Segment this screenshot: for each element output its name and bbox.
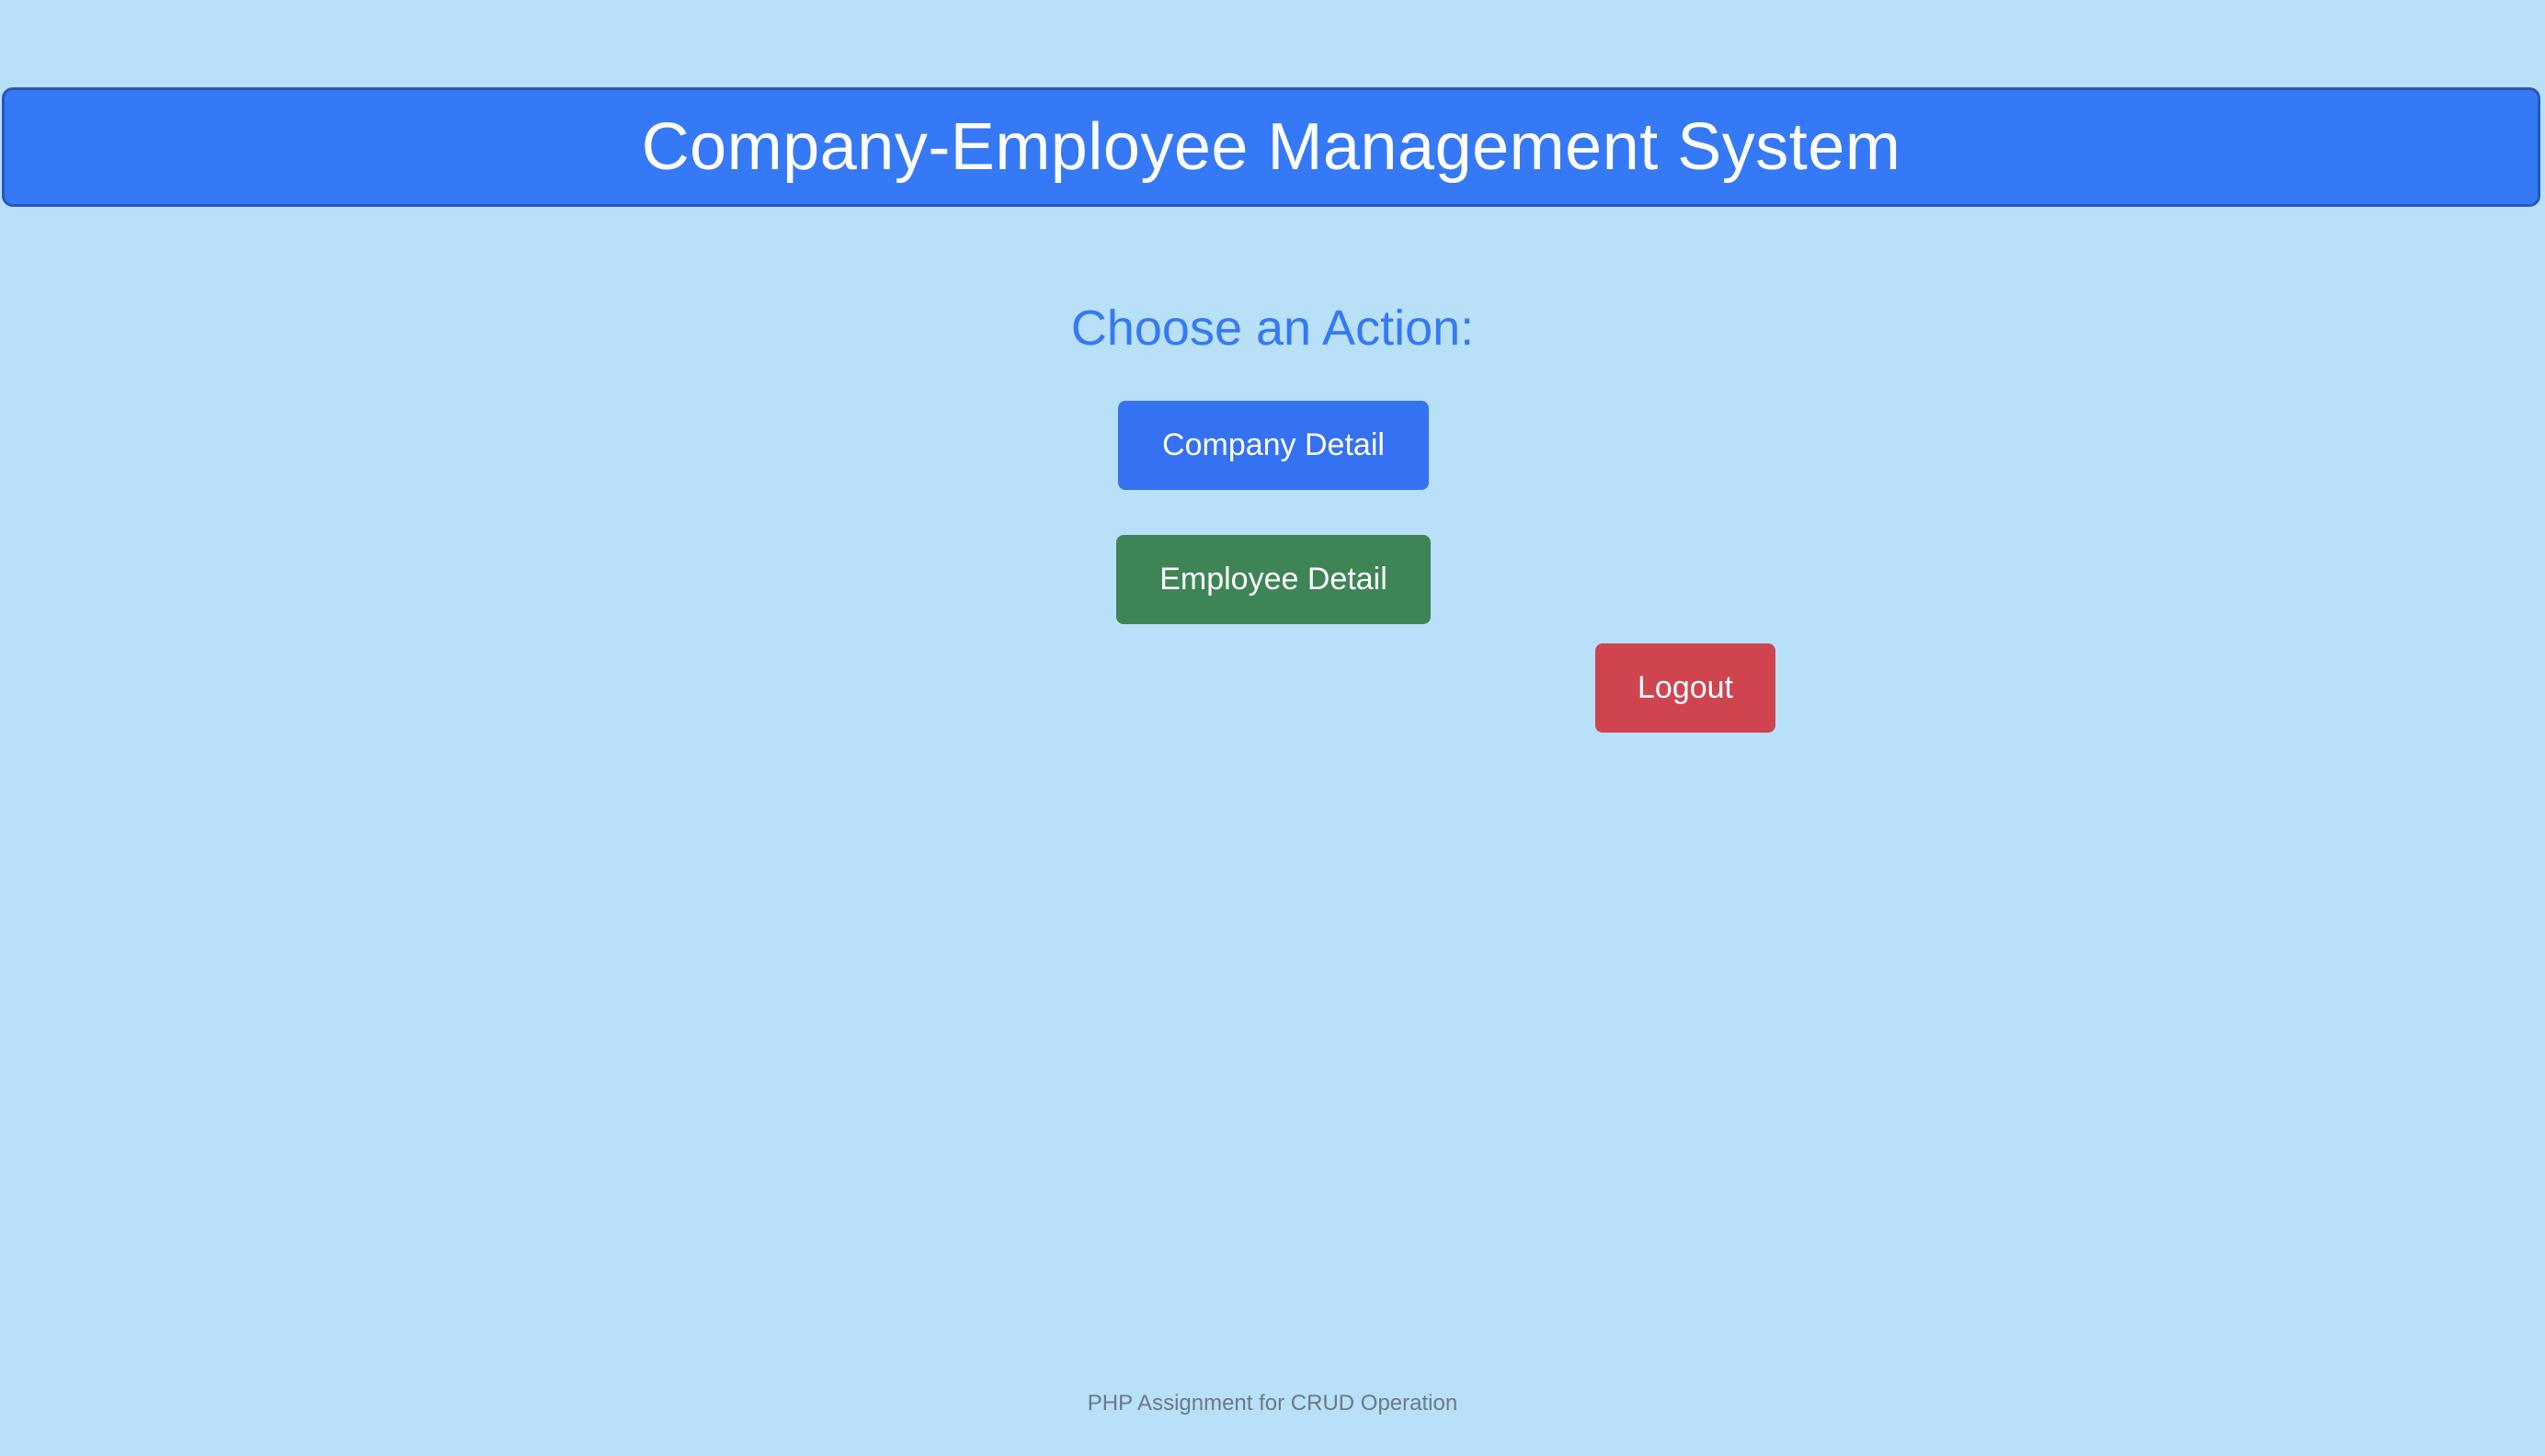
page-title: Company-Employee Management System bbox=[641, 110, 1901, 184]
footer-text: PHP Assignment for CRUD Operation bbox=[1087, 1391, 1458, 1416]
company-detail-button[interactable]: Company Detail bbox=[1118, 401, 1429, 490]
employee-detail-button[interactable]: Employee Detail bbox=[1116, 535, 1431, 624]
page-header: Company-Employee Management System bbox=[2, 87, 2540, 207]
action-prompt: Choose an Action: bbox=[1070, 301, 1475, 356]
logout-button[interactable]: Logout bbox=[1595, 643, 1775, 733]
